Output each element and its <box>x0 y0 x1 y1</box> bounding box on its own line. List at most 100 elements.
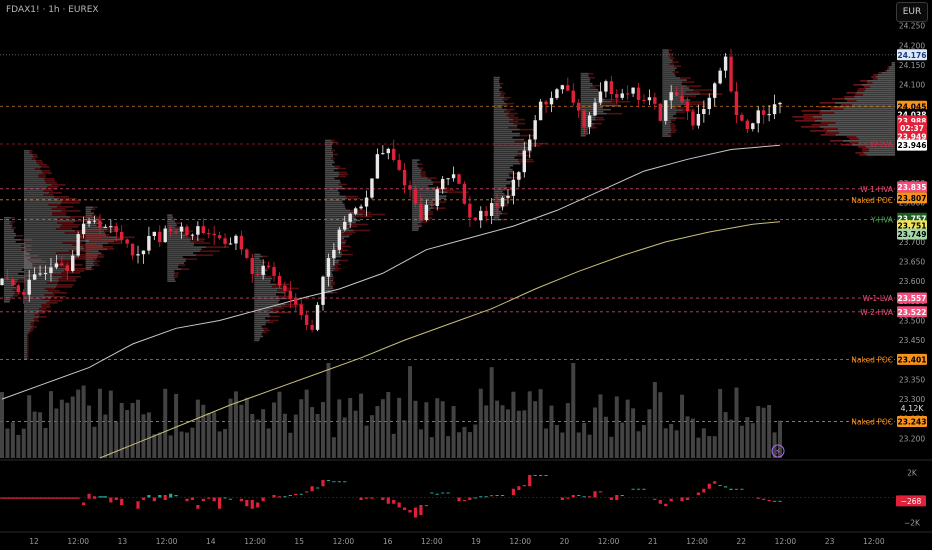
candle-body[interactable] <box>413 189 418 204</box>
candle-body[interactable] <box>348 213 352 222</box>
candle-body[interactable] <box>228 243 233 245</box>
candle-body[interactable] <box>234 235 238 244</box>
candle-body[interactable] <box>664 100 668 121</box>
candle-body[interactable] <box>16 285 21 293</box>
candle-body[interactable] <box>283 285 287 291</box>
candle-body[interactable] <box>294 298 298 305</box>
candle-body[interactable] <box>304 314 309 325</box>
candle-body[interactable] <box>696 114 701 126</box>
candle-body[interactable] <box>669 92 673 101</box>
candle-body[interactable] <box>582 110 586 127</box>
candle-body[interactable] <box>778 102 782 105</box>
candle-body[interactable] <box>250 257 254 274</box>
candle-body[interactable] <box>43 273 48 275</box>
candle-body[interactable] <box>38 273 42 275</box>
candle-body[interactable] <box>761 110 766 115</box>
candle-body[interactable] <box>190 234 195 236</box>
candle-body[interactable] <box>163 228 167 243</box>
candle-body[interactable] <box>424 204 429 221</box>
candle-body[interactable] <box>506 195 510 198</box>
candle-body[interactable] <box>713 83 717 98</box>
candle-body[interactable] <box>158 231 162 243</box>
candle-body[interactable] <box>576 102 581 111</box>
candle-body[interactable] <box>152 231 157 236</box>
candle-body[interactable] <box>691 111 695 126</box>
candle-body[interactable] <box>462 183 467 204</box>
candle-body[interactable] <box>544 101 548 105</box>
candle-body[interactable] <box>446 178 450 180</box>
candle-body[interactable] <box>729 56 733 92</box>
candle-body[interactable] <box>272 267 276 276</box>
candle-body[interactable] <box>130 243 135 256</box>
candle-body[interactable] <box>642 99 646 101</box>
candle-body[interactable] <box>620 93 624 98</box>
candle-body[interactable] <box>141 250 146 255</box>
candle-body[interactable] <box>473 217 478 221</box>
candle-body[interactable] <box>386 148 390 154</box>
candle-body[interactable] <box>484 210 488 216</box>
candle-body[interactable] <box>147 235 151 251</box>
candle-body[interactable] <box>310 324 314 330</box>
candle-body[interactable] <box>587 115 592 127</box>
candle-body[interactable] <box>571 90 575 103</box>
candle-body[interactable] <box>185 226 189 236</box>
candle-body[interactable] <box>337 229 342 250</box>
candle-body[interactable] <box>598 91 603 103</box>
candle-body[interactable] <box>740 115 744 121</box>
candle-body[interactable] <box>604 81 608 92</box>
candle-body[interactable] <box>609 81 614 95</box>
candle-body[interactable] <box>702 109 706 115</box>
candle-body[interactable] <box>196 226 200 235</box>
candle-body[interactable] <box>114 226 118 232</box>
candle-body[interactable] <box>277 275 282 286</box>
candle-body[interactable] <box>315 304 320 330</box>
candle-body[interactable] <box>0 278 4 286</box>
candle-body[interactable] <box>549 97 554 105</box>
candle-body[interactable] <box>103 226 108 228</box>
candle-body[interactable] <box>430 204 434 206</box>
candle-body[interactable] <box>49 267 53 274</box>
candle-body[interactable] <box>364 197 369 207</box>
candle-body[interactable] <box>76 234 80 256</box>
candle-body[interactable] <box>517 172 521 180</box>
candle-body[interactable] <box>734 91 739 116</box>
candle-body[interactable] <box>212 233 216 236</box>
candle-body[interactable] <box>468 203 472 218</box>
candle-body[interactable] <box>533 120 537 140</box>
trading-chart[interactable]: W-LVA W-1-HVA Naked POC Y-HVA W-1-LVA W-2-HVA… <box>0 0 932 550</box>
candle-body[interactable] <box>179 226 184 232</box>
candle-body[interactable] <box>109 226 113 228</box>
candle-body[interactable] <box>32 274 37 280</box>
candle-body[interactable] <box>343 221 347 230</box>
candle-body[interactable] <box>136 254 140 256</box>
candle-body[interactable] <box>440 178 445 190</box>
candle-body[interactable] <box>217 235 222 239</box>
candle-body[interactable] <box>288 290 293 299</box>
candle-body[interactable] <box>54 263 59 268</box>
candle-body[interactable] <box>5 278 10 280</box>
candle-body[interactable] <box>528 139 532 151</box>
candle-body[interactable] <box>707 97 711 110</box>
candle-body[interactable] <box>27 279 31 295</box>
candle-body[interactable] <box>402 169 407 186</box>
candle-body[interactable] <box>326 258 331 277</box>
candle-body[interactable] <box>751 123 755 130</box>
candle-body[interactable] <box>359 206 363 209</box>
candle-body[interactable] <box>87 220 91 224</box>
candle-body[interactable] <box>615 94 619 98</box>
candle-body[interactable] <box>538 101 543 121</box>
candle-body[interactable] <box>511 179 516 196</box>
candle-body[interactable] <box>245 249 249 258</box>
candle-body[interactable] <box>680 95 684 102</box>
candle-body[interactable] <box>560 85 565 90</box>
candle-body[interactable] <box>745 120 750 130</box>
candle-body[interactable] <box>522 150 526 173</box>
candle-body[interactable] <box>321 276 325 305</box>
candle-body[interactable] <box>451 174 456 179</box>
candle-body[interactable] <box>631 87 635 94</box>
candle-body[interactable] <box>767 114 771 116</box>
candle-body[interactable] <box>495 203 499 207</box>
candle-body[interactable] <box>98 220 102 228</box>
candle-body[interactable] <box>353 208 358 214</box>
candle-body[interactable] <box>299 304 303 315</box>
